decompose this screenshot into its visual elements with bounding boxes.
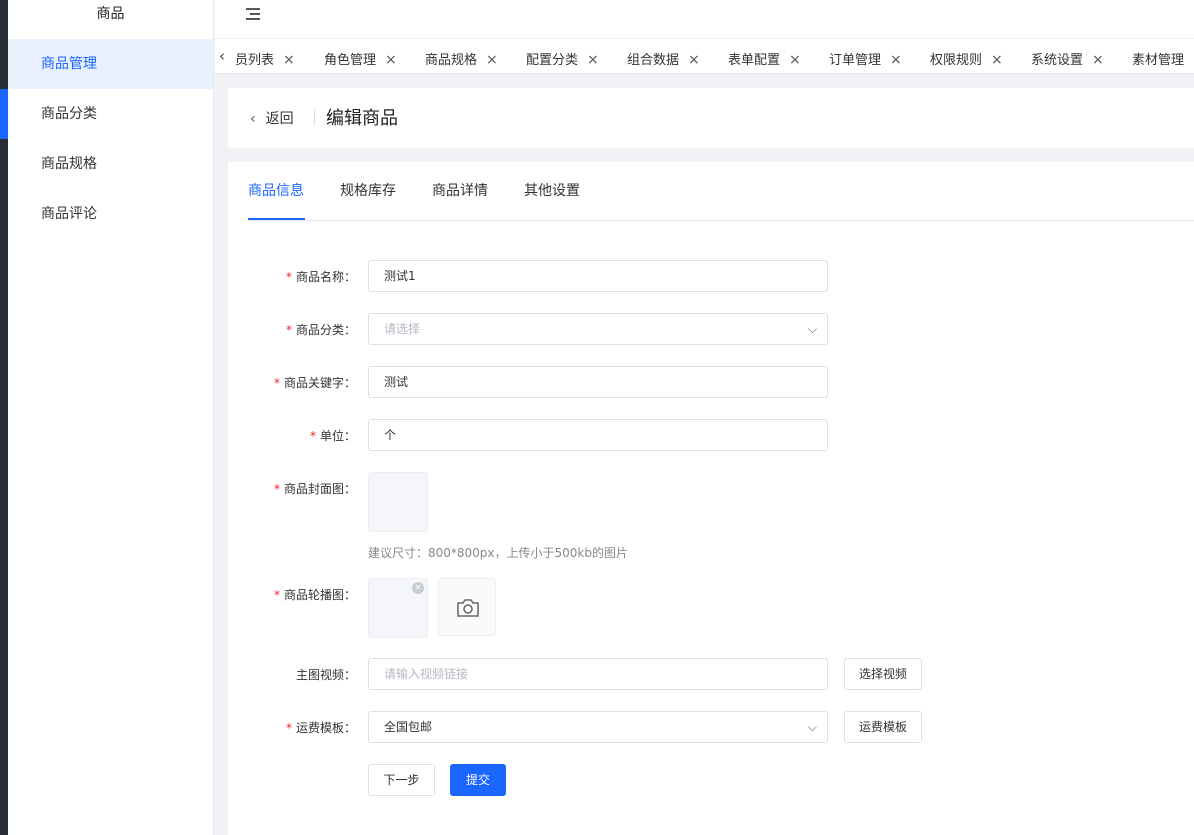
required-mark: * (273, 376, 280, 390)
tab-label: 配置分类 (526, 53, 579, 68)
tab-item[interactable]: 配置分类 × (526, 49, 599, 68)
tab-item[interactable]: 组合数据 × (627, 49, 700, 68)
chevron-down-icon: ⌵ (807, 720, 817, 734)
tab-label: 订单管理 (829, 53, 882, 68)
close-icon[interactable]: × (789, 52, 801, 68)
left-rail (0, 0, 8, 835)
shipping-template-select[interactable]: 全国包邮 ⌵ (368, 711, 828, 743)
page-title: 编辑商品 (326, 108, 398, 129)
next-step-button[interactable]: 下一步 (368, 764, 435, 796)
sidebar-item-product-category[interactable]: 商品分类 (8, 89, 213, 139)
sidebar-item-product-spec[interactable]: 商品规格 (8, 139, 213, 189)
submit-button[interactable]: 提交 (450, 764, 506, 796)
sidebar-title: 商品 (96, 6, 125, 22)
tab-product-info[interactable]: 商品信息 (248, 180, 304, 200)
chevron-down-icon: ⌵ (807, 322, 817, 336)
close-icon[interactable]: × (1092, 52, 1104, 68)
select-placeholder: 请选择 (384, 322, 421, 336)
tab-label: 员列表 (235, 53, 275, 68)
required-mark: * (273, 482, 280, 496)
tab-label: 表单配置 (728, 53, 781, 68)
back-button[interactable]: ‹ 返回 (250, 108, 294, 128)
carousel-upload-button[interactable] (438, 578, 496, 636)
label-text: 运费模板： (295, 721, 356, 735)
shipping-label: * 运费模板： (286, 719, 356, 736)
close-icon[interactable]: × (385, 52, 397, 68)
tab-label: 权限规则 (930, 53, 983, 68)
tab-bar: ‹ 员列表 × 角色管理 × 商品规格 × 配置分类 × 组合数据 × 表单配置 × 订单管… (215, 39, 1194, 74)
tab-item[interactable]: 系统设置 × (1031, 49, 1104, 68)
sidebar: 商品 商品管理 商品分类 商品规格 商品评论 (8, 0, 214, 835)
close-icon[interactable]: × (890, 52, 902, 68)
chevron-left-icon[interactable]: ‹ (219, 47, 225, 65)
label-text: 单位： (319, 429, 356, 443)
required-mark: * (285, 721, 292, 735)
cover-label: * 商品封面图： (274, 480, 356, 497)
rail-active-indicator (0, 89, 8, 139)
tab-item[interactable]: 表单配置 × (728, 49, 801, 68)
form-card: 商品信息 规格库存 商品详情 其他设置 * 商品名称： 测试1 * 商品分类： 请选… (228, 162, 1194, 835)
tab-label: 组合数据 (627, 53, 680, 68)
product-name-input[interactable]: 测试1 (368, 260, 828, 292)
keywords-label: * 商品关键字： (274, 374, 356, 391)
tab-spec-stock[interactable]: 规格库存 (340, 180, 396, 200)
tab-product-detail[interactable]: 商品详情 (432, 180, 488, 200)
name-label: * 商品名称： (286, 268, 356, 285)
chevron-left-icon: ‹ (250, 111, 256, 127)
tab-item[interactable]: 员列表 × (235, 49, 295, 68)
video-label: 主图视频： (295, 668, 356, 682)
tab-label: 角色管理 (324, 53, 377, 68)
required-mark: * (285, 323, 292, 337)
camera-icon (457, 599, 479, 617)
close-icon[interactable]: × (587, 52, 599, 68)
tab-item[interactable]: 素材管理× (1132, 49, 1194, 68)
required-mark: * (285, 270, 292, 284)
back-label: 返回 (265, 111, 294, 127)
tab-label: 系统设置 (1031, 53, 1084, 68)
carousel-label: * 商品轮播图： (274, 586, 356, 603)
tab-item[interactable]: 商品规格 × (425, 49, 498, 68)
tab-item[interactable]: 权限规则 × (930, 49, 1003, 68)
tab-item[interactable]: 角色管理 × (324, 49, 397, 68)
label-text: 商品封面图： (283, 482, 356, 496)
carousel-image-thumb[interactable]: × (368, 578, 428, 638)
active-tab-indicator (248, 218, 305, 220)
tab-label: 商品规格 (425, 53, 478, 68)
shipping-template-button[interactable]: 运费模板 (844, 711, 922, 743)
sidebar-item-product-review[interactable]: 商品评论 (8, 189, 213, 239)
category-label: * 商品分类： (286, 321, 356, 338)
unit-input[interactable]: 个 (368, 419, 828, 451)
menu-fold-icon[interactable] (246, 8, 260, 22)
close-icon[interactable]: × (991, 52, 1003, 68)
category-select[interactable]: 请选择 ⌵ (368, 313, 828, 345)
video-url-input[interactable]: 请输入视频链接 (368, 658, 828, 690)
close-icon[interactable]: × (688, 52, 700, 68)
close-icon[interactable]: × (486, 52, 498, 68)
cover-size-tip: 建议尺寸：800*800px，上传小于500kb的图片 (368, 546, 628, 560)
unit-label: * 单位： (310, 427, 356, 444)
form-tabs: 商品信息 规格库存 商品详情 其他设置 (248, 162, 1194, 221)
label-text: 商品轮播图： (283, 588, 356, 602)
tab-label: 素材管理 (1132, 53, 1185, 68)
sidebar-item-product-management[interactable]: 商品管理 (8, 39, 213, 89)
divider (314, 109, 315, 125)
cover-image-upload[interactable] (368, 472, 428, 532)
required-mark: * (309, 429, 316, 443)
keywords-input[interactable]: 测试 (368, 366, 828, 398)
page-header: ‹ 返回 编辑商品 (228, 88, 1194, 148)
tab-other-settings[interactable]: 其他设置 (524, 180, 580, 200)
close-icon[interactable]: × (283, 52, 295, 68)
required-mark: * (273, 588, 280, 602)
select-video-button[interactable]: 选择视频 (844, 658, 922, 690)
label-text: 商品分类： (295, 323, 356, 337)
label-text: 商品名称： (295, 270, 356, 284)
tab-item[interactable]: 订单管理 × (829, 49, 902, 68)
label-text: 商品关键字： (283, 376, 356, 390)
remove-icon[interactable]: × (412, 582, 424, 594)
top-bar (215, 0, 1194, 39)
select-value: 全国包邮 (384, 720, 433, 734)
